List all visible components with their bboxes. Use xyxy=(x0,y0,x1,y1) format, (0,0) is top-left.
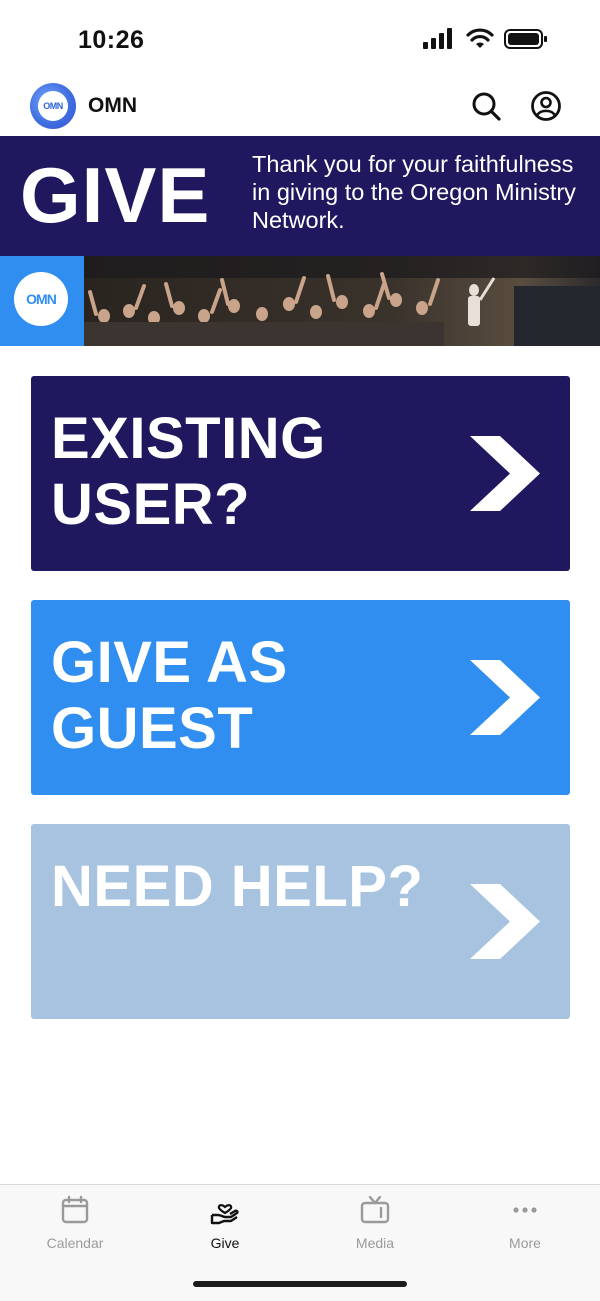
wifi-icon xyxy=(466,28,494,48)
strip-logo-box: OMN xyxy=(0,256,84,346)
omn-logo: OMN xyxy=(14,272,68,326)
card-label: GIVE AS GUEST xyxy=(51,630,288,761)
more-dots-icon xyxy=(513,1207,537,1213)
tab-media[interactable]: Media xyxy=(300,1195,450,1257)
card-label: NEED HELP? xyxy=(51,854,424,919)
tab-label: Media xyxy=(355,1235,395,1251)
calendar-icon xyxy=(61,1195,89,1224)
chevron-right-icon xyxy=(470,660,540,735)
card-label: EXISTING USER? xyxy=(51,406,326,537)
status-time: 10:26 xyxy=(78,26,145,54)
app-logo-badge: OMN xyxy=(38,91,68,121)
search-icon[interactable] xyxy=(470,90,502,122)
app-logo-text: OMN xyxy=(43,101,63,111)
cellular-signal-icon xyxy=(423,28,452,49)
tab-label: Give xyxy=(210,1235,240,1251)
tab-calendar[interactable]: Calendar xyxy=(0,1195,150,1257)
status-bar: 10:26 xyxy=(0,0,600,80)
status-icons xyxy=(422,28,548,50)
app-title: OMN xyxy=(88,94,137,117)
app-logo[interactable]: OMN xyxy=(30,83,76,129)
tv-icon xyxy=(360,1195,390,1224)
banner-photo-strip: OMN xyxy=(0,256,600,346)
chevron-right-icon xyxy=(470,436,540,511)
home-indicator xyxy=(193,1281,407,1287)
give-hand-heart-icon xyxy=(210,1204,239,1225)
need-help-card[interactable]: NEED HELP? xyxy=(31,824,570,1019)
existing-user-card[interactable]: EXISTING USER? xyxy=(31,376,570,571)
tab-more[interactable]: More xyxy=(450,1195,600,1257)
tab-give[interactable]: Give xyxy=(150,1195,300,1257)
battery-icon xyxy=(504,29,547,49)
banner-message: Thank you for your faithfulness in givin… xyxy=(252,151,576,233)
strip-logo-text: OMN xyxy=(26,291,57,307)
account-icon[interactable] xyxy=(530,90,562,122)
app-header: OMN OMN xyxy=(0,80,600,136)
chevron-right-icon xyxy=(470,884,540,959)
banner-title: GIVE xyxy=(20,151,211,239)
give-as-guest-card[interactable]: GIVE AS GUEST xyxy=(31,600,570,795)
give-banner: GIVE Thank you for your faithfulness in … xyxy=(0,136,600,256)
worship-crowd-photo xyxy=(84,256,600,346)
tab-label: More xyxy=(509,1235,541,1251)
tab-label: Calendar xyxy=(46,1235,104,1251)
